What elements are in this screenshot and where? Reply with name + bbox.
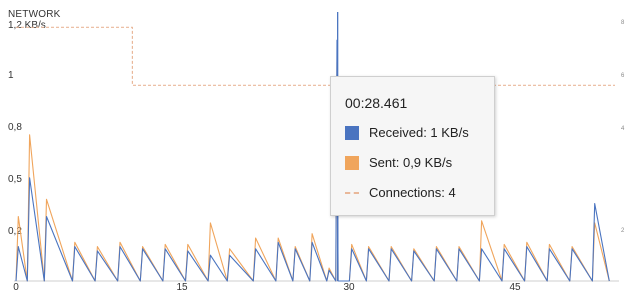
- chart-tooltip: 00:28.461 Received: 1 KB/s Sent: 0,9 KB/…: [330, 76, 495, 216]
- tooltip-sent-label: Sent: 0,9 KB/s: [369, 155, 453, 170]
- tooltip-time: 00:28.461: [345, 95, 408, 111]
- received-series-line: [15, 39, 610, 282]
- tooltip-connections-label: Connections: 4: [369, 185, 456, 200]
- tooltip-row-connections: Connections: 4: [345, 185, 456, 200]
- sent-color-swatch: [345, 155, 359, 170]
- tooltip-row-received: Received: 1 KB/s: [345, 125, 469, 140]
- tooltip-row-sent: Sent: 0,9 KB/s: [345, 155, 452, 170]
- received-color-swatch: [345, 125, 359, 140]
- sent-series-line: [15, 61, 610, 282]
- tooltip-received-label: Received: 1 KB/s: [369, 125, 469, 140]
- connections-dash-swatch: [345, 191, 359, 194]
- network-chart[interactable]: [0, 0, 633, 294]
- network-panel: NETWORK 1,2 KB/s 1 0,8 0,5 0,2 0 15 30 4…: [0, 0, 633, 294]
- connections-series-line: [16, 26, 615, 86]
